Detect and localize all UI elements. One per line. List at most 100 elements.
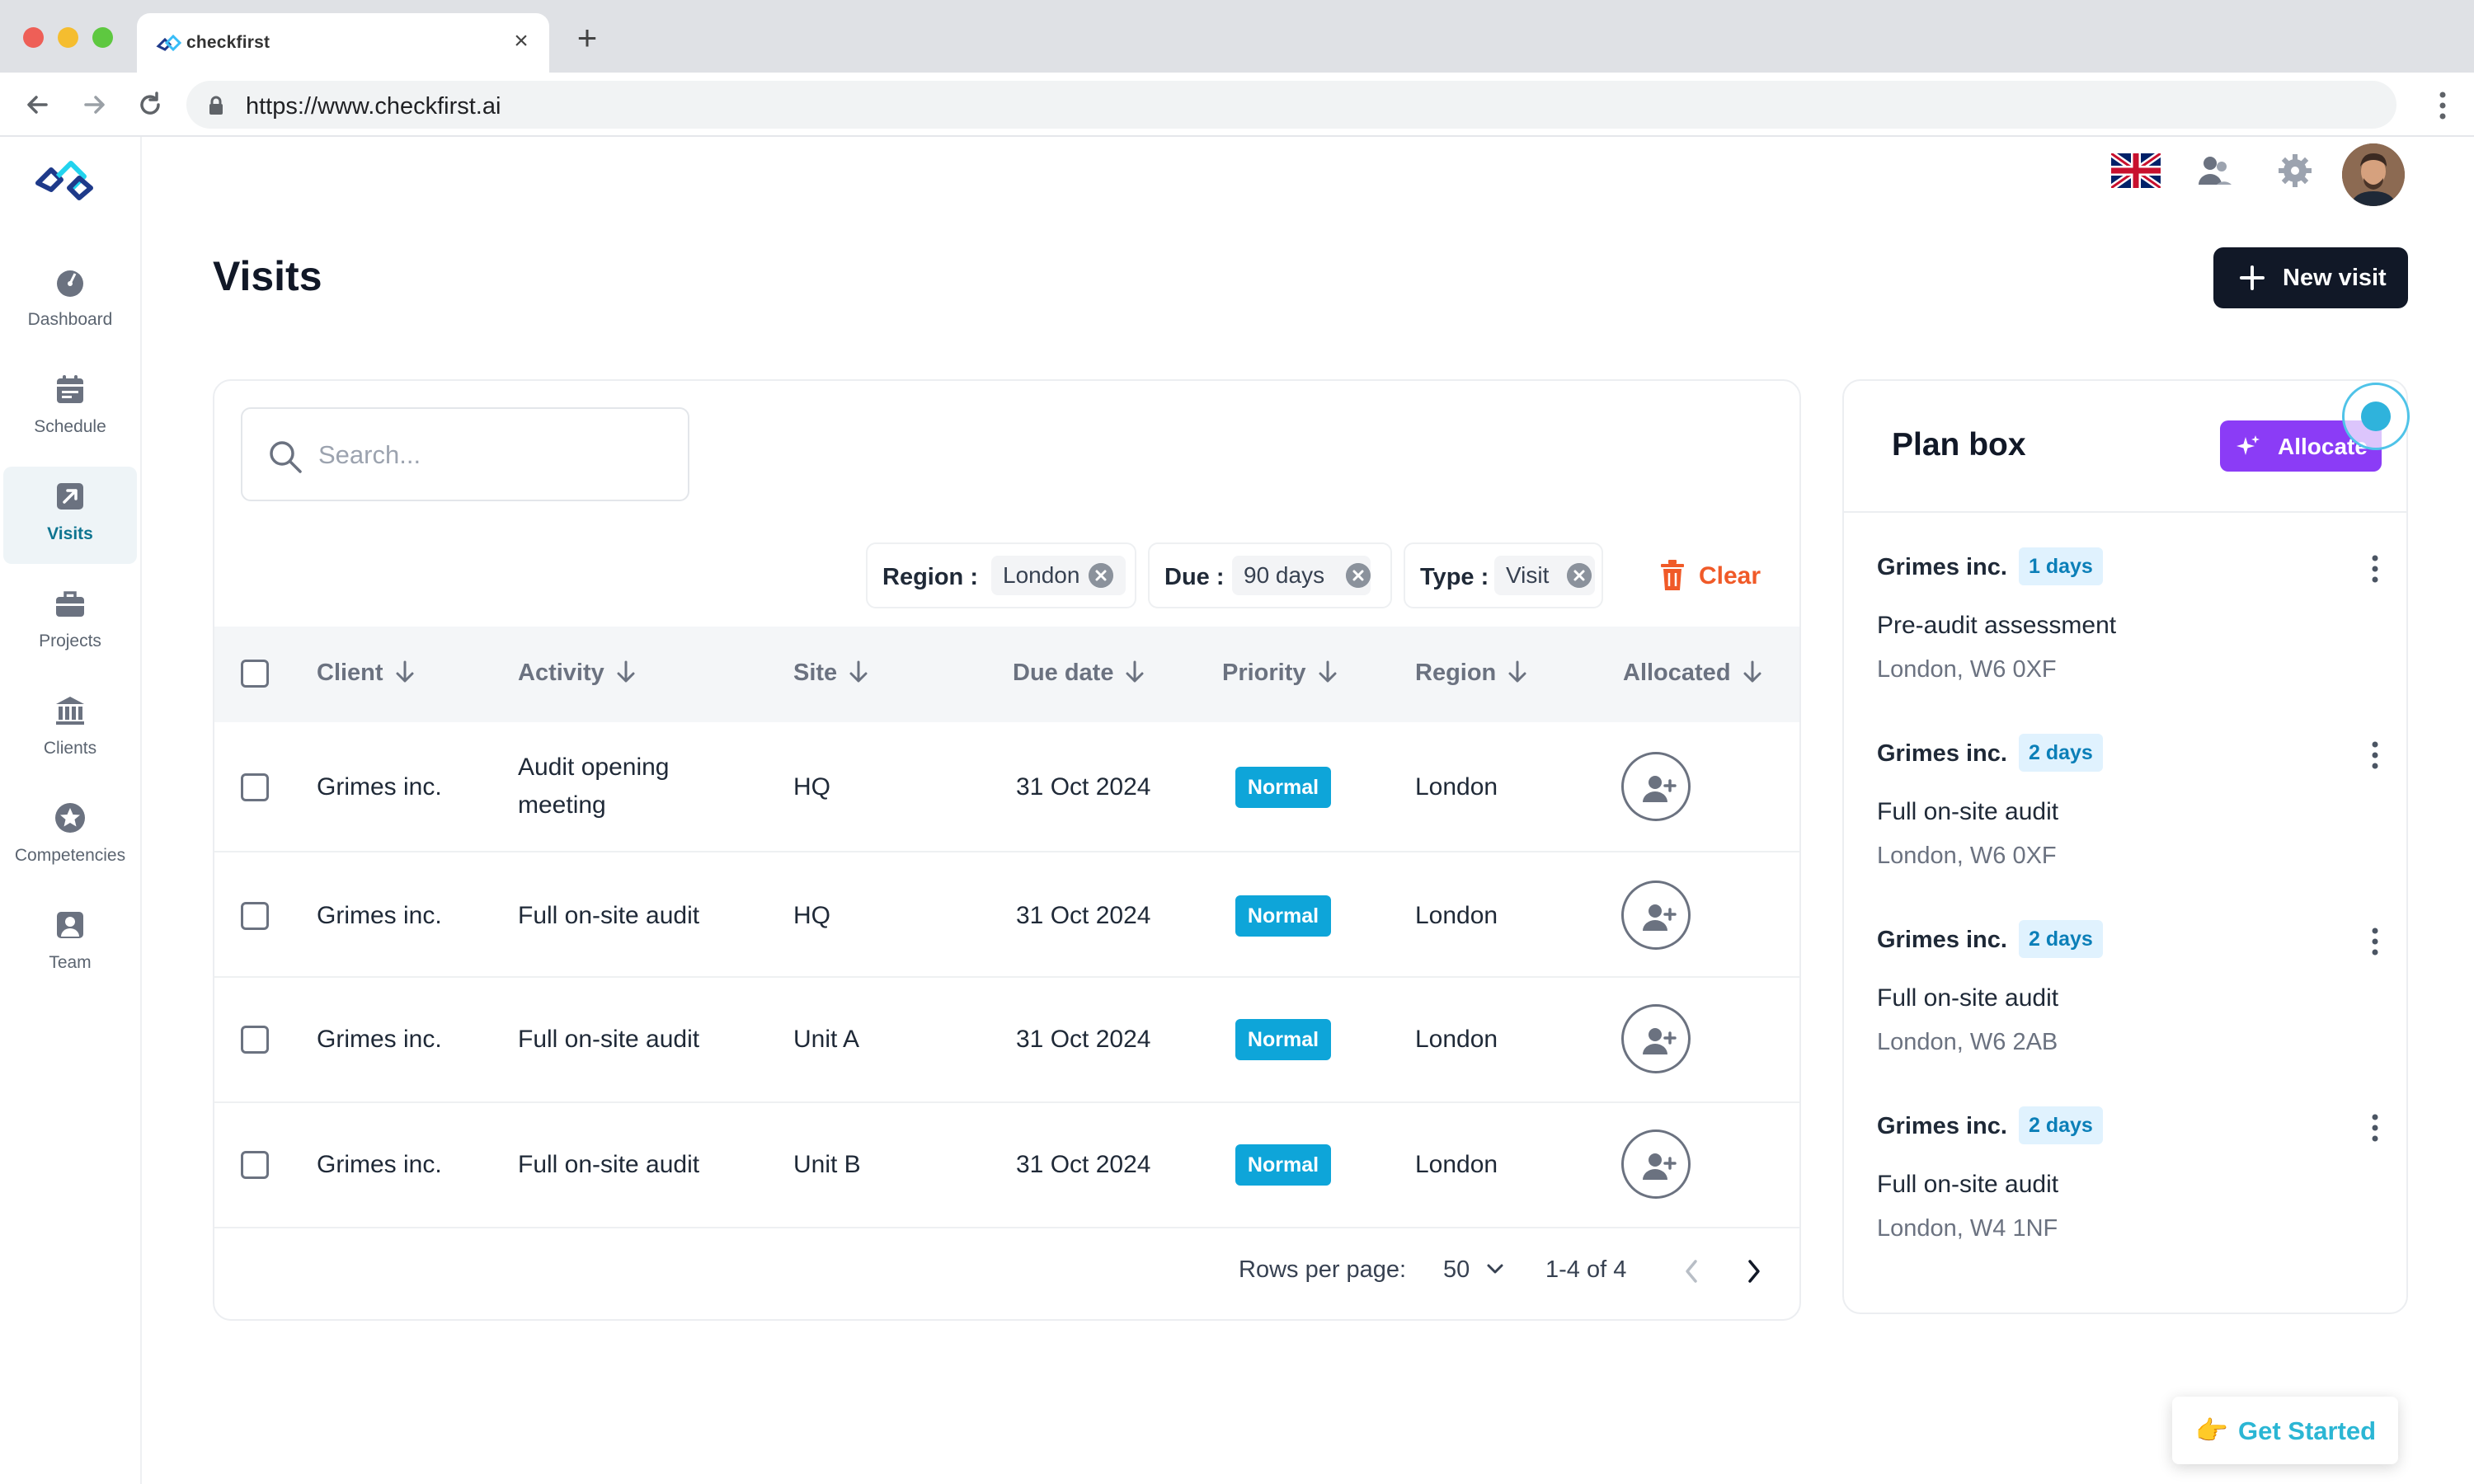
tab-close-icon[interactable]: × (506, 26, 536, 56)
allocate-user-button[interactable] (1621, 1004, 1691, 1073)
more-options-icon[interactable] (2370, 554, 2380, 584)
cell-activity: Audit opening (518, 754, 670, 781)
row-checkbox[interactable] (241, 1026, 269, 1054)
filter-label: Type : (1420, 564, 1489, 590)
trash-icon (1661, 560, 1684, 590)
plan-item-activity: Full on-site audit (1877, 1171, 2059, 1198)
prev-page-icon[interactable] (1682, 1258, 1700, 1284)
sidebar-item-label: Projects (39, 632, 101, 650)
sidebar-item-label: Competencies (14, 846, 126, 865)
column-header-activity[interactable]: Activity (518, 660, 636, 687)
column-header-due-date[interactable]: Due date (1013, 660, 1145, 687)
avatar-portrait-icon (2342, 143, 2405, 206)
search-icon (270, 441, 302, 473)
plan-item-client: Grimes inc. (1877, 927, 2007, 953)
users-icon[interactable] (2195, 152, 2233, 190)
plan-item[interactable]: Grimes inc. 1 days Pre-audit assessment … (1877, 547, 2380, 712)
window-minimize-button[interactable] (58, 27, 78, 48)
cell-due-date: 31 Oct 2024 (1016, 1151, 1151, 1178)
sidebar-item-label: Dashboard (27, 310, 113, 329)
new-visit-button[interactable]: New visit (2213, 247, 2408, 308)
plan-item-activity: Full on-site audit (1877, 984, 2059, 1012)
sidebar-item-visits[interactable]: Visits (3, 467, 137, 564)
column-label: Priority (1222, 660, 1306, 686)
get-started-label: Get Started (2238, 1416, 2377, 1445)
sidebar-item-label: Schedule (34, 417, 106, 436)
search-input[interactable] (318, 434, 665, 477)
row-checkbox[interactable] (241, 902, 269, 930)
remove-filter-icon[interactable] (1346, 563, 1371, 588)
column-header-client[interactable]: Client (317, 660, 415, 687)
new-tab-icon[interactable]: + (571, 21, 604, 56)
select-all-checkbox[interactable] (241, 660, 269, 688)
plan-item[interactable]: Grimes inc. 2 days Full on-site audit Lo… (1877, 920, 2380, 1085)
cell-activity: Full on-site audit (518, 1151, 700, 1178)
get-started-button[interactable]: 👉 Get Started (2172, 1397, 2398, 1464)
sidebar-item-competencies[interactable]: Competencies (3, 788, 137, 885)
user-avatar[interactable] (2342, 143, 2405, 206)
allocate-user-button[interactable] (1621, 752, 1691, 821)
column-label: Client (317, 660, 383, 686)
browser-menu-icon[interactable] (2438, 91, 2448, 120)
forward-arrow-icon[interactable] (78, 88, 111, 121)
row-checkbox[interactable] (241, 773, 269, 801)
search-box[interactable] (241, 407, 689, 501)
cell-client: Grimes inc. (317, 902, 442, 929)
column-label: Allocated (1623, 660, 1731, 686)
plan-item-client: Grimes inc. (1877, 740, 2007, 767)
clear-filters-button[interactable]: Clear (1651, 557, 1775, 594)
priority-badge: Normal (1235, 1019, 1331, 1060)
sidebar-item-clients[interactable]: Clients (3, 681, 137, 778)
uk-flag-icon[interactable] (2111, 153, 2161, 188)
plan-item-client: Grimes inc. (1877, 554, 2007, 580)
bank-icon (56, 697, 84, 725)
cursor-indicator-core (2361, 402, 2391, 431)
plan-item[interactable]: Grimes inc. 2 days Full on-site audit Lo… (1877, 1106, 2380, 1271)
more-options-icon[interactable] (2370, 927, 2380, 956)
allocate-user-button[interactable] (1621, 1129, 1691, 1199)
rows-per-page-select[interactable]: 50 (1443, 1256, 1517, 1289)
sidebar-item-projects[interactable]: Projects (3, 574, 137, 671)
sidebar-item-dashboard[interactable]: Dashboard (3, 252, 137, 350)
browser-tab[interactable]: checkfirst × (137, 13, 549, 73)
filter-chip-due[interactable]: Due : 90 days (1148, 542, 1392, 608)
cell-site: HQ (793, 773, 830, 801)
allocate-user-button[interactable] (1621, 881, 1691, 950)
table-row[interactable]: Grimes inc. Audit opening meeting HQ 31 … (214, 722, 1799, 852)
sidebar-item-team[interactable]: Team (3, 895, 137, 993)
cell-region: London (1415, 773, 1498, 801)
table-header: Client Activity Site Due date Priority R… (214, 627, 1799, 722)
table-row[interactable]: Grimes inc. Full on-site audit HQ 31 Oct… (214, 852, 1799, 978)
window-close-button[interactable] (23, 27, 44, 48)
column-header-site[interactable]: Site (793, 660, 868, 687)
cell-client: Grimes inc. (317, 1151, 442, 1178)
star-icon (55, 803, 85, 833)
sidebar-item-schedule[interactable]: Schedule (3, 359, 137, 457)
cell-client: Grimes inc. (317, 1026, 442, 1053)
more-options-icon[interactable] (2370, 1113, 2380, 1143)
cell-region: London (1415, 1026, 1498, 1053)
more-options-icon[interactable] (2370, 740, 2380, 770)
checkfirst-logo[interactable] (33, 155, 102, 204)
window-maximize-button[interactable] (92, 27, 113, 48)
row-checkbox[interactable] (241, 1151, 269, 1179)
filter-chip-region[interactable]: Region : London (866, 542, 1136, 608)
column-header-allocated[interactable]: Allocated (1623, 660, 1762, 687)
column-header-region[interactable]: Region (1415, 660, 1527, 687)
user-icon (57, 912, 83, 938)
back-arrow-icon[interactable] (21, 88, 54, 121)
remove-filter-icon[interactable] (1089, 563, 1113, 588)
next-page-icon[interactable] (1745, 1258, 1763, 1284)
sort-arrow-icon (1126, 660, 1144, 683)
address-bar[interactable]: https://www.checkfirst.ai (186, 81, 2396, 129)
column-header-priority[interactable]: Priority (1222, 660, 1338, 687)
table-row[interactable]: Grimes inc. Full on-site audit Unit B 31… (214, 1103, 1799, 1228)
reload-icon[interactable] (134, 88, 167, 121)
lock-icon (209, 96, 223, 115)
remove-filter-icon[interactable] (1567, 563, 1592, 588)
table-row[interactable]: Grimes inc. Full on-site audit Unit A 31… (214, 978, 1799, 1103)
filter-chip-type[interactable]: Type : Visit (1404, 542, 1603, 608)
gear-icon[interactable] (2276, 152, 2314, 190)
plan-item[interactable]: Grimes inc. 2 days Full on-site audit Lo… (1877, 734, 2380, 899)
cell-activity: Full on-site audit (518, 902, 700, 929)
